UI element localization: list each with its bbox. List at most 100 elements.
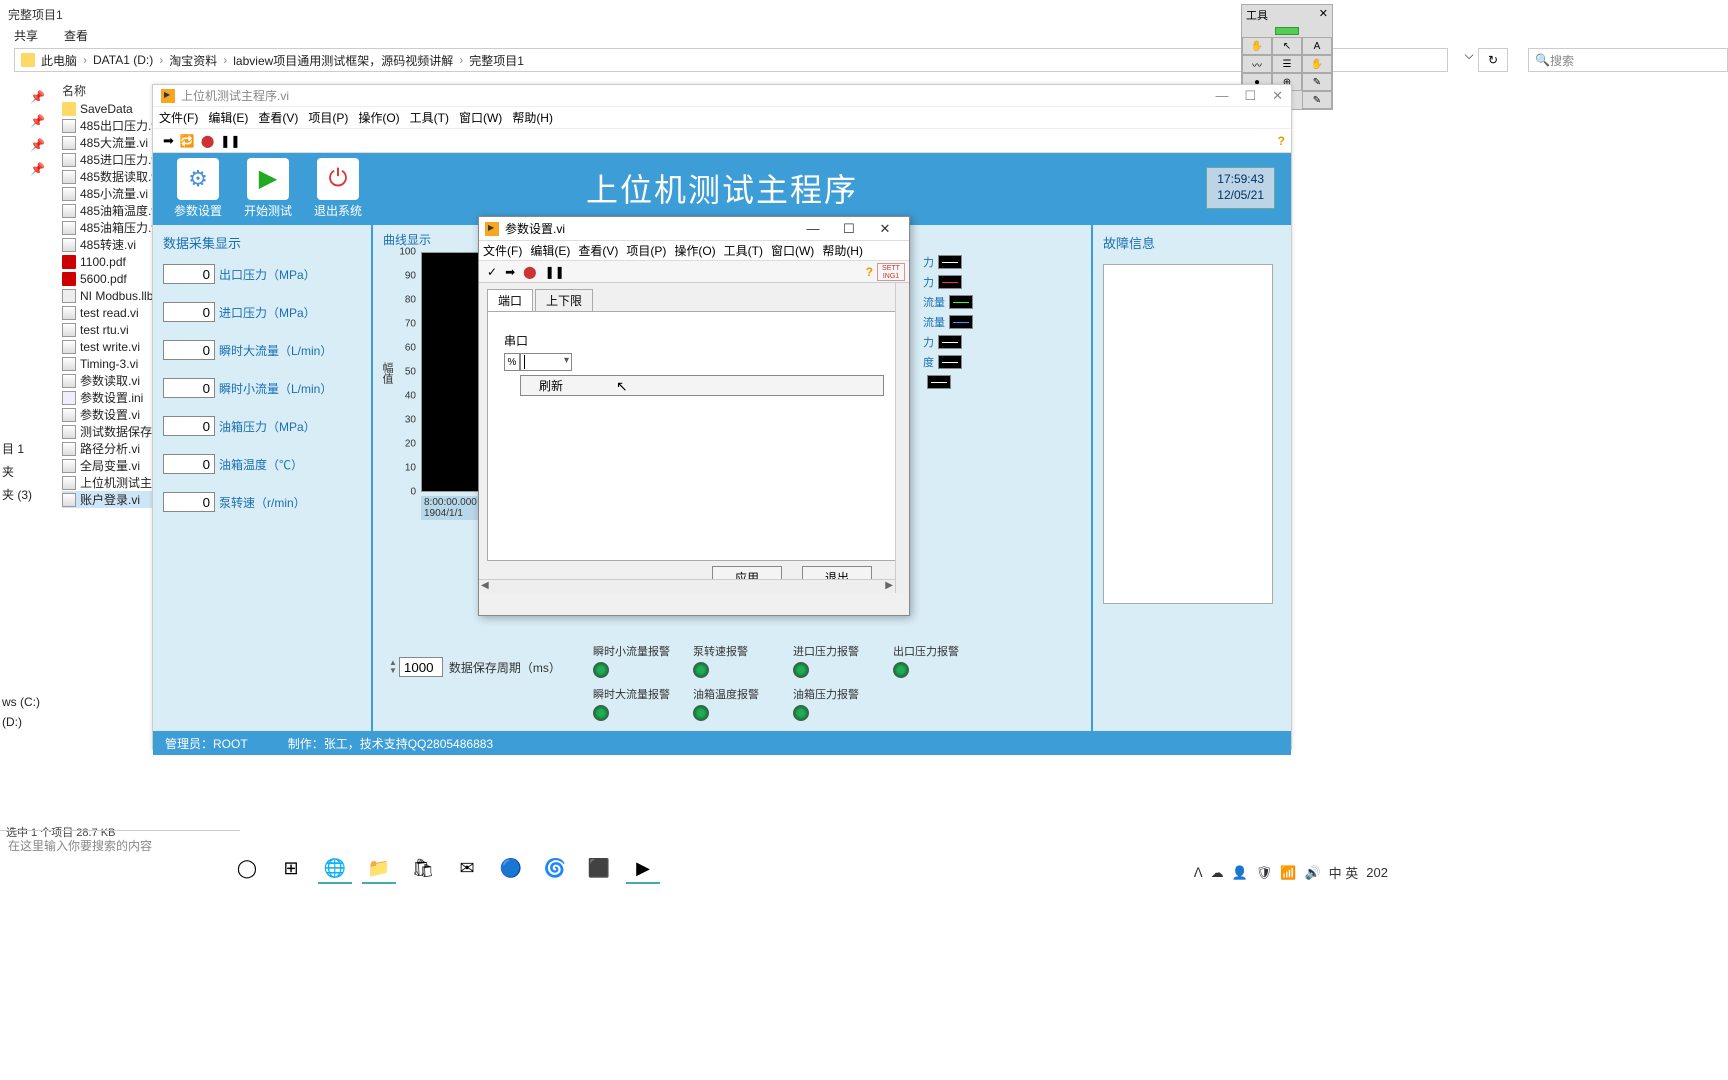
refresh-button[interactable]: 刷新 <box>520 375 884 396</box>
maximize-icon[interactable]: ☐ <box>1244 88 1256 104</box>
run-icon[interactable]: ➡ <box>163 133 174 149</box>
serial-port-combo[interactable] <box>520 353 572 371</box>
menu-item[interactable]: 窗口(W) <box>771 242 814 259</box>
tray-icon[interactable]: 🔊 <box>1304 865 1320 881</box>
task-view-icon[interactable]: ⊞ <box>274 854 308 884</box>
legend-item[interactable]: 力 <box>923 252 1003 272</box>
menu-item[interactable]: 操作(O) <box>358 109 399 126</box>
numeric-stepper[interactable]: ▲▼ <box>389 659 397 675</box>
scrollbar-vertical[interactable] <box>895 283 909 593</box>
app-icon[interactable]: 🔵 <box>494 854 528 884</box>
legend-item[interactable]: 力 <box>923 272 1003 292</box>
ribbon-tab-view[interactable]: 查看 <box>60 24 92 47</box>
legend-item[interactable]: 流量 <box>923 312 1003 332</box>
abort-icon[interactable]: ⬤ <box>201 134 214 148</box>
color-tool-icon[interactable]: ✎ <box>1302 91 1332 109</box>
cortana-icon[interactable]: ◯ <box>230 854 264 884</box>
minimize-icon[interactable]: — <box>795 221 831 237</box>
operate-tool-icon[interactable]: ✋ <box>1242 37 1272 55</box>
close-icon[interactable]: ✕ <box>867 221 903 237</box>
position-tool-icon[interactable]: ↖ <box>1272 37 1302 55</box>
app-icon[interactable]: ⬛ <box>582 854 616 884</box>
plot-style-icon[interactable] <box>927 375 951 389</box>
help-icon[interactable]: ? <box>1278 134 1285 148</box>
close-icon[interactable]: ✕ <box>1272 88 1283 104</box>
visa-resource-icon[interactable]: % <box>504 353 520 371</box>
file-item[interactable]: 路径分析.vi <box>62 440 157 457</box>
file-item[interactable]: test rtu.vi <box>62 321 157 338</box>
file-item[interactable]: 账户登录.vi <box>62 491 157 508</box>
file-item[interactable]: 485油箱压力.vi <box>62 219 157 236</box>
menu-item[interactable]: 文件(F) <box>483 242 522 259</box>
nav-drive-c[interactable]: ws (C:) <box>2 695 40 709</box>
scrollbar-horizontal[interactable]: ◀▶ <box>479 579 895 593</box>
file-item[interactable]: 485进口压力.vi <box>62 151 157 168</box>
vi-icon[interactable]: SETT ING1 <box>877 263 905 281</box>
start-test-button[interactable]: 开始测试 <box>233 158 303 219</box>
file-item[interactable]: Timing-3.vi <box>62 355 157 372</box>
file-item[interactable]: 485转速.vi <box>62 236 157 253</box>
menu-item[interactable]: 查看(V) <box>578 242 618 259</box>
store-icon[interactable]: 🛍 <box>406 854 440 884</box>
nav-item[interactable]: 夹 (3) <box>2 486 40 503</box>
file-item[interactable]: SaveData <box>62 100 157 117</box>
pause-icon[interactable]: ❚❚ <box>220 134 240 148</box>
labview-taskbar-icon[interactable]: ▶ <box>626 854 660 884</box>
file-item[interactable]: NI Modbus.llb <box>62 287 157 304</box>
color-copy-tool-icon[interactable]: ✎ <box>1302 73 1332 91</box>
explorer-search-input[interactable]: 🔍 搜索 <box>1528 48 1728 72</box>
refresh-icon[interactable]: ↻ <box>1478 48 1508 72</box>
scroll-tool-icon[interactable]: ✋ <box>1302 55 1332 73</box>
tray-icon[interactable]: ☁ <box>1211 865 1224 881</box>
run-continuous-icon[interactable]: ➡ <box>505 265 515 279</box>
file-item[interactable]: 5600.pdf <box>62 270 157 287</box>
legend-item[interactable]: 度 <box>923 352 1003 372</box>
plot-style-icon[interactable] <box>938 335 962 349</box>
mail-icon[interactable]: ✉ <box>450 854 484 884</box>
menu-item[interactable]: 编辑(E) <box>208 109 248 126</box>
ime-indicator[interactable]: 中 英 <box>1329 863 1359 882</box>
file-item[interactable]: 485油箱温度.vi <box>62 202 157 219</box>
menu-item[interactable]: 窗口(W) <box>459 109 502 126</box>
file-item[interactable]: test write.vi <box>62 338 157 355</box>
param-settings-button[interactable]: 参数设置 <box>163 158 233 219</box>
nav-item[interactable]: 夹 <box>2 463 40 480</box>
file-item[interactable]: 485数据读取.vi <box>62 168 157 185</box>
maximize-icon[interactable]: ☐ <box>831 221 867 237</box>
close-icon[interactable]: ✕ <box>1319 7 1328 23</box>
file-item[interactable]: 485大流量.vi <box>62 134 157 151</box>
text-tool-icon[interactable]: A <box>1302 37 1332 55</box>
menu-item[interactable]: 工具(T) <box>410 109 449 126</box>
menu-item[interactable]: 帮助(H) <box>512 109 553 126</box>
plot-style-icon[interactable] <box>949 315 973 329</box>
ribbon-tab-share[interactable]: 共享 <box>10 24 42 47</box>
breadcrumb-dropdown-icon[interactable]: ⌵ <box>1460 48 1478 63</box>
menu-item[interactable]: 文件(F) <box>159 109 198 126</box>
taskbar-search-input[interactable]: 在这里输入你要搜索的内容 <box>0 830 240 860</box>
plot-style-icon[interactable] <box>938 255 962 269</box>
tray-icon[interactable]: ᐱ <box>1194 865 1203 881</box>
file-item[interactable]: 测试数据保存子 <box>62 423 157 440</box>
app-icon[interactable]: 🌀 <box>538 854 572 884</box>
menu-item[interactable]: 工具(T) <box>724 242 763 259</box>
file-item[interactable]: 485出口压力.vi <box>62 117 157 134</box>
breadcrumb[interactable]: 此电脑› DATA1 (D:)› 淘宝资料› labview项目通用测试框架，源… <box>14 48 1448 72</box>
minimize-icon[interactable]: — <box>1215 88 1228 104</box>
file-item[interactable]: test read.vi <box>62 304 157 321</box>
legend-item[interactable] <box>923 372 1003 392</box>
tray-icon[interactable]: 📶 <box>1280 865 1296 881</box>
menu-item[interactable]: 项目(P) <box>626 242 666 259</box>
run-continuous-icon[interactable]: 🔁 <box>180 134 195 148</box>
menu-item[interactable]: 编辑(E) <box>530 242 570 259</box>
plot-style-icon[interactable] <box>949 295 973 309</box>
crumb-pc[interactable]: 此电脑 <box>39 52 79 69</box>
plot-style-icon[interactable] <box>938 275 962 289</box>
plot-style-icon[interactable] <box>938 355 962 369</box>
tray-icon[interactable]: 🛡 <box>1256 865 1273 881</box>
save-period-input[interactable] <box>399 657 443 677</box>
column-header-name[interactable]: 名称 <box>62 82 86 99</box>
nav-drive-d[interactable]: (D:) <box>2 715 40 729</box>
crumb-project[interactable]: labview项目通用测试框架，源码视频讲解 <box>231 52 455 69</box>
file-item[interactable]: 参数读取.vi <box>62 372 157 389</box>
file-item[interactable]: 参数设置.ini <box>62 389 157 406</box>
